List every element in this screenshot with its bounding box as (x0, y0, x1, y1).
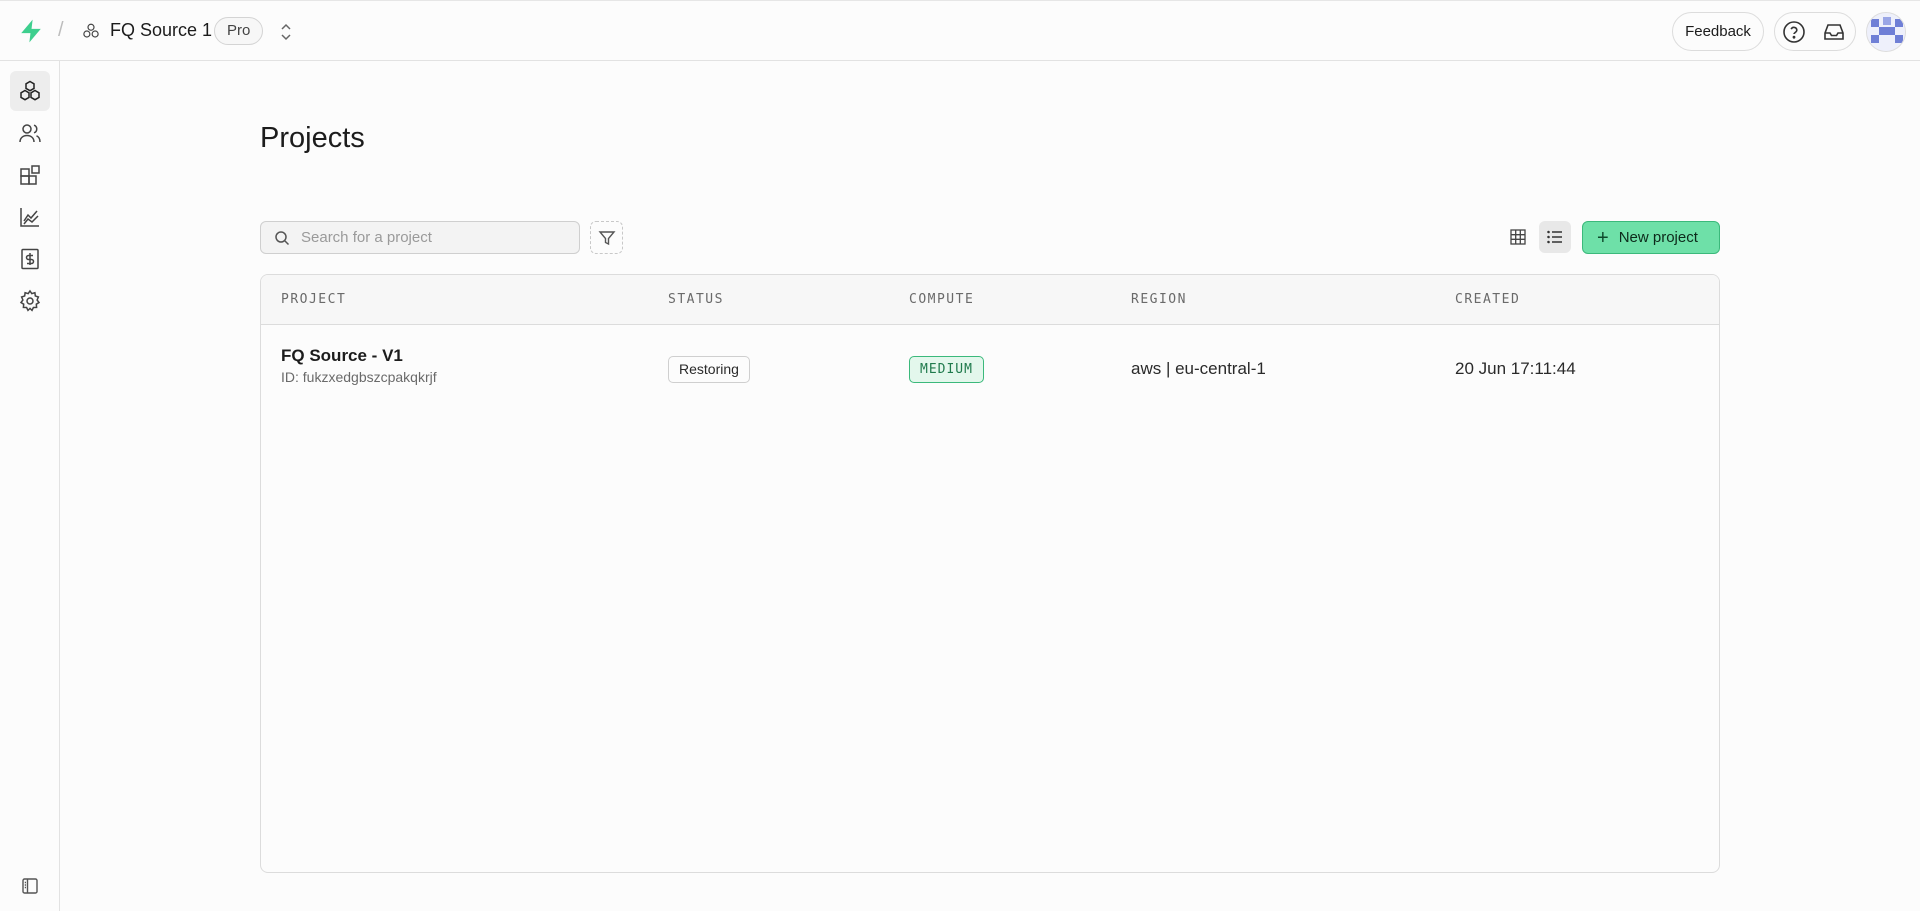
column-header-project[interactable]: PROJECT (281, 292, 346, 307)
sidebar-item-usage[interactable] (10, 197, 50, 237)
project-name[interactable]: FQ Source - V1 (281, 346, 403, 366)
new-project-button[interactable]: + New project (1582, 221, 1720, 254)
projects-icon (20, 80, 40, 101)
grid-view-button[interactable] (1502, 221, 1534, 253)
organization-name[interactable]: FQ Source 1 (110, 20, 212, 41)
column-header-status[interactable]: STATUS (668, 292, 724, 307)
top-bar: / FQ Source 1 Pro Feedback (0, 0, 1920, 61)
left-sidebar (0, 61, 60, 911)
filter-icon (597, 230, 616, 245)
column-header-region[interactable]: REGION (1131, 292, 1187, 307)
supabase-logo-icon[interactable] (18, 18, 44, 44)
sidebar-item-integrations[interactable] (10, 155, 50, 195)
list-icon (1547, 230, 1562, 244)
filter-button[interactable] (590, 221, 623, 254)
status-badge: Restoring (668, 356, 750, 383)
grid-icon (1510, 229, 1526, 245)
list-view-button[interactable] (1539, 221, 1571, 253)
sidebar-item-team[interactable] (10, 113, 50, 153)
user-avatar[interactable] (1866, 12, 1906, 52)
search-box (260, 221, 580, 254)
sidebar-item-billing[interactable] (10, 239, 50, 279)
inbox-icon[interactable] (1822, 20, 1846, 44)
settings-icon (19, 289, 41, 312)
projects-table: PROJECT STATUS COMPUTE REGION CREATED FQ… (260, 274, 1720, 873)
new-project-label: New project (1618, 229, 1698, 246)
integrations-icon (20, 165, 40, 185)
compute-badge: MEDIUM (909, 356, 984, 383)
usage-icon (20, 208, 39, 227)
page-title: Projects (260, 122, 365, 154)
chevron-up-down-icon[interactable] (279, 22, 293, 42)
sidebar-item-settings[interactable] (10, 281, 50, 321)
breadcrumb-separator: / (58, 19, 64, 41)
team-icon (19, 124, 41, 143)
search-input[interactable] (301, 222, 571, 253)
column-header-compute[interactable]: COMPUTE (909, 292, 974, 307)
feedback-button[interactable]: Feedback (1672, 12, 1764, 51)
avatar-identicon-icon (1867, 13, 1905, 51)
sidebar-toggle-icon[interactable] (20, 876, 40, 896)
billing-icon (21, 248, 39, 270)
help-icon[interactable] (1782, 20, 1806, 44)
search-icon (275, 231, 290, 246)
created-cell: 20 Jun 17:11:44 (1455, 359, 1576, 378)
column-header-created[interactable]: CREATED (1455, 292, 1520, 307)
plan-badge: Pro (214, 17, 264, 45)
project-id: ID: fukzxedgbszcpakqkrjf (281, 369, 437, 385)
table-row[interactable]: FQ Source - V1 ID: fukzxedgbszcpakqkrjf … (261, 325, 1719, 407)
region-cell: aws | eu-central-1 (1131, 359, 1266, 378)
table-header: PROJECT STATUS COMPUTE REGION CREATED (261, 275, 1719, 325)
plus-icon: + (1597, 226, 1609, 249)
organization-icon (83, 23, 99, 38)
sidebar-item-projects[interactable] (10, 71, 50, 111)
